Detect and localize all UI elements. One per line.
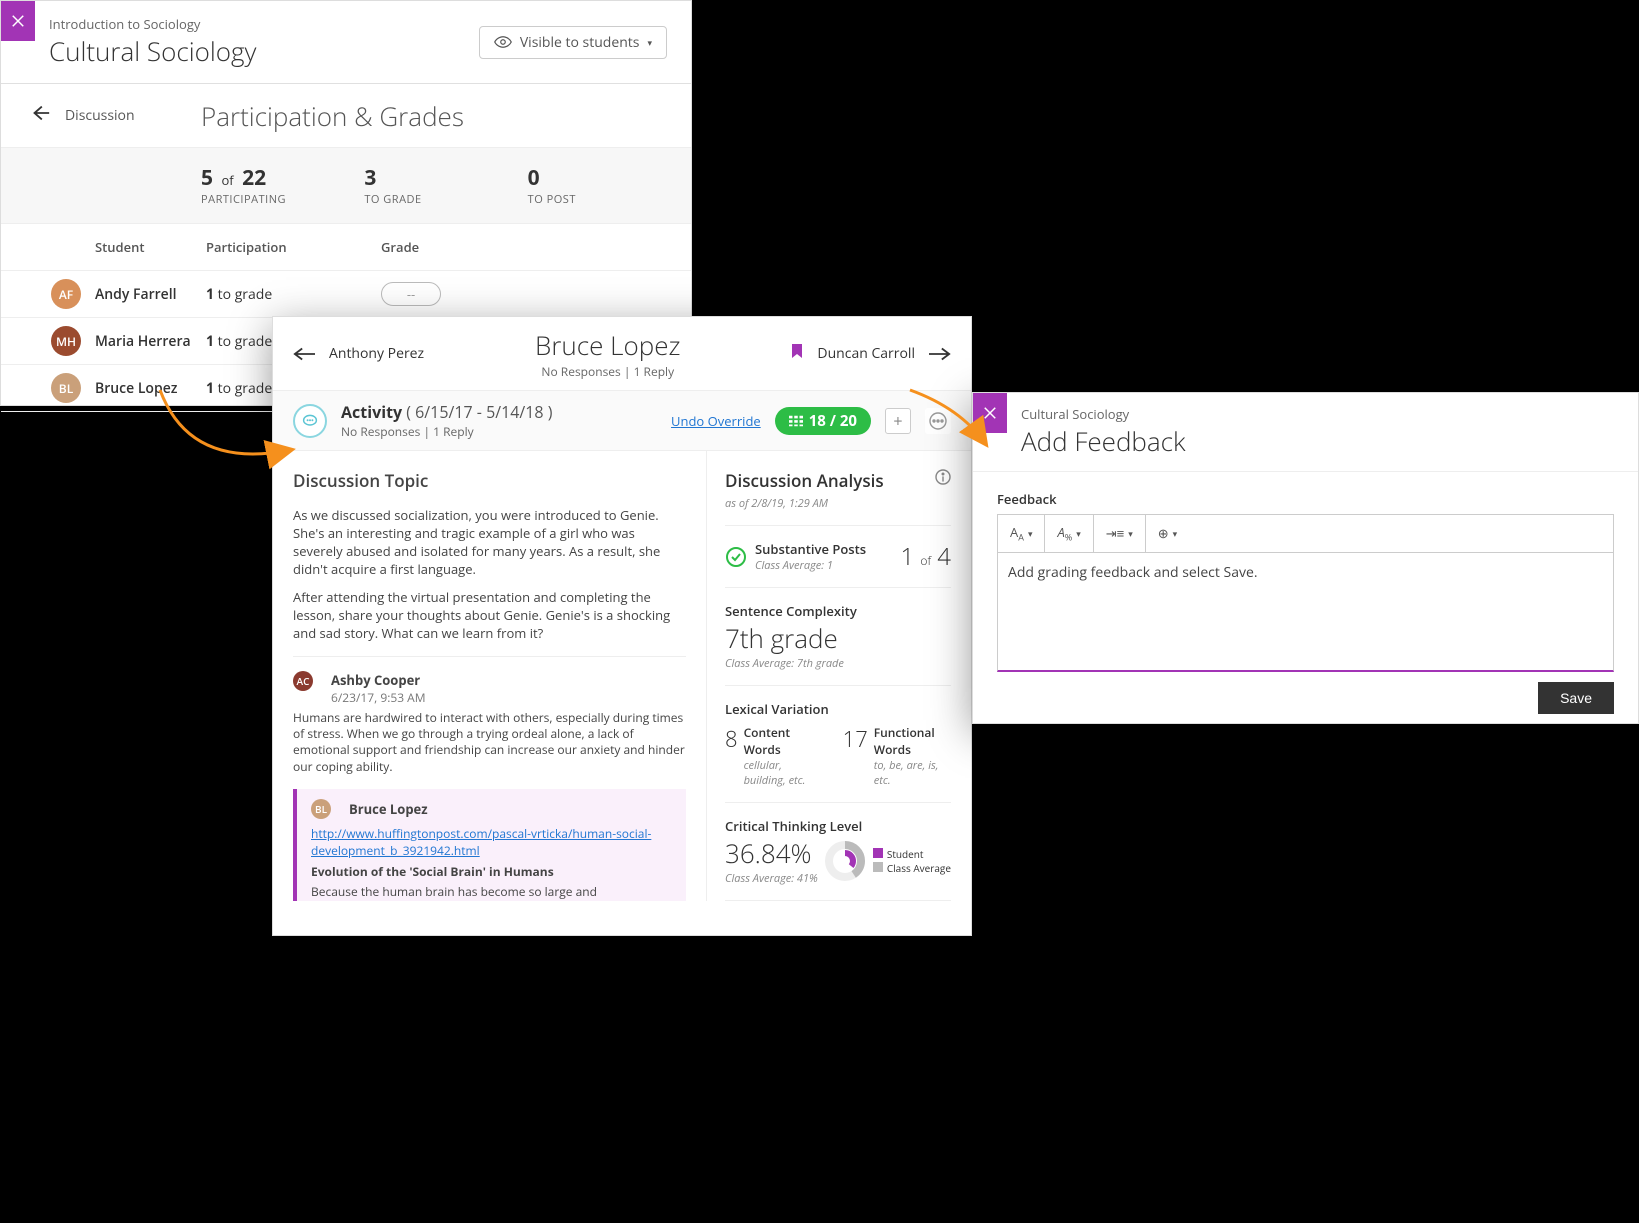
feedback-title: Add Feedback <box>1021 423 1614 459</box>
student-post: BL Bruce Lopez http://www.huffingtonpost… <box>293 789 686 901</box>
arrow-left-icon <box>29 102 51 129</box>
section-title: Participation & Grades <box>201 98 464 134</box>
col-hdr-student: Student <box>51 238 206 256</box>
plus-button[interactable]: + <box>885 408 911 434</box>
more-icon <box>929 412 947 430</box>
visibility-dropdown[interactable]: Visible to students ▾ <box>479 26 667 59</box>
student-row[interactable]: AF Andy Farrell1 to grade-- <box>1 271 691 318</box>
avatar: BL <box>311 799 331 819</box>
student-name: Bruce Lopez <box>535 327 681 363</box>
add-feedback-panel: Cultural Sociology Add Feedback Feedback… <box>972 392 1639 724</box>
participation-cell: 1 to grade <box>206 285 381 304</box>
plus-circle-icon: ⊕ <box>1158 524 1169 542</box>
student-detail-panel: Anthony Perez Bruce Lopez No Responses |… <box>272 316 972 936</box>
col-hdr-grade: Grade <box>381 238 556 256</box>
feedback-label: Feedback <box>997 490 1614 508</box>
student-name: Andy Farrell <box>95 285 206 304</box>
avatar: MH <box>51 326 81 356</box>
font-style-icon: A% <box>1057 523 1072 544</box>
arrow-left-icon <box>293 346 315 362</box>
feedback-course: Cultural Sociology <box>1021 405 1614 423</box>
insert-button[interactable]: ⊕▾ <box>1146 515 1189 552</box>
more-button[interactable] <box>925 408 951 434</box>
score-pill[interactable]: 18 / 20 <box>775 407 871 435</box>
list-button[interactable]: ⇥≡▾ <box>1094 515 1146 552</box>
chat-icon <box>293 404 327 438</box>
rubric-icon <box>789 415 803 427</box>
col-hdr-participation: Participation <box>206 238 381 256</box>
font-style-button[interactable]: A%▾ <box>1045 515 1093 552</box>
avatar: AC <box>293 671 313 691</box>
discussion-topic-heading: Discussion Topic <box>293 469 686 492</box>
arrow-right-icon <box>929 346 951 362</box>
list-icon: ⇥≡ <box>1106 524 1124 542</box>
check-circle-icon <box>725 546 747 568</box>
eye-icon <box>494 36 512 48</box>
stats-bar: 5 of 22 PARTICIPATING 3 TO GRADE 0 TO PO… <box>1 148 691 224</box>
chevron-down-icon: ▾ <box>647 36 652 49</box>
analysis-heading: Discussion Analysis <box>725 469 884 492</box>
close-icon[interactable] <box>973 393 1007 433</box>
course-eyebrow: Introduction to Sociology <box>49 15 256 33</box>
font-size-icon: AA <box>1010 523 1024 544</box>
close-icon[interactable] <box>1 1 35 41</box>
donut-chart-icon <box>823 839 867 883</box>
page-title: Cultural Sociology <box>49 33 256 69</box>
student-name: Maria Herrera <box>95 332 206 351</box>
info-icon[interactable] <box>935 469 951 485</box>
avatar: BL <box>51 373 81 403</box>
rte-toolbar: AA▾ A%▾ ⇥≡▾ ⊕▾ <box>997 514 1614 552</box>
save-button[interactable]: Save <box>1538 682 1614 714</box>
plus-icon: + <box>893 410 902 432</box>
undo-override-link[interactable]: Undo Override <box>671 412 761 430</box>
next-student-button[interactable]: Duncan Carroll <box>791 344 951 363</box>
avatar: AF <box>51 279 81 309</box>
font-size-button[interactable]: AA▾ <box>998 515 1045 552</box>
feedback-textarea[interactable]: Add grading feedback and select Save. <box>997 552 1614 672</box>
post-link[interactable]: http://www.huffingtonpost.com/pascal-vrt… <box>311 825 672 859</box>
bookmark-icon <box>791 344 803 363</box>
back-button[interactable]: Discussion <box>1 84 201 147</box>
prev-student-button[interactable]: Anthony Perez <box>293 344 424 363</box>
grade-cell[interactable]: -- <box>381 282 556 306</box>
student-name: Bruce Lopez <box>95 379 206 398</box>
